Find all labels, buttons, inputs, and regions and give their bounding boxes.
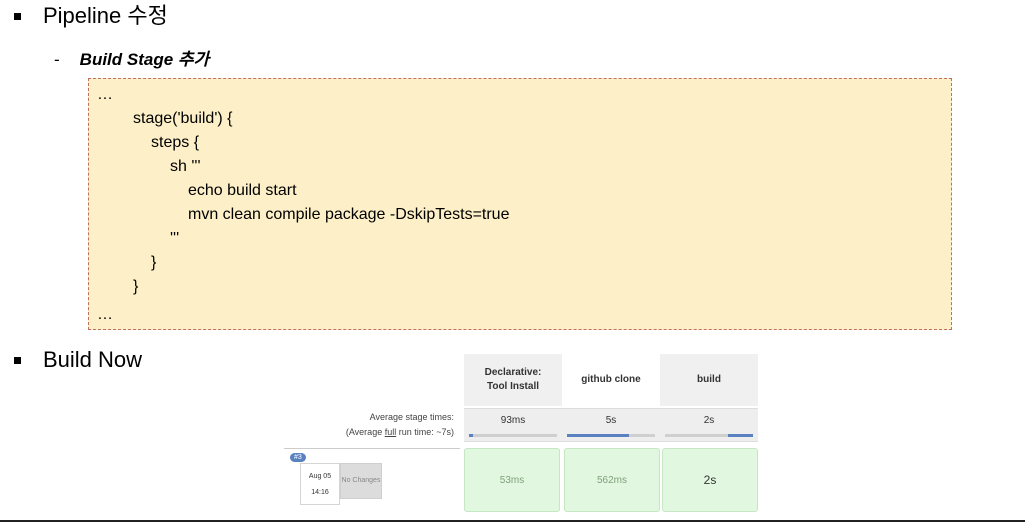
avg-full-suffix: run time: ~7s) (396, 427, 454, 437)
code-line: ''' (170, 230, 180, 247)
code-line: echo build start (188, 182, 297, 199)
code-line: sh ''' (170, 158, 201, 175)
avg-full-prefix: (Average (345, 427, 385, 437)
avg-progress-fill (567, 434, 629, 437)
bullet-text: Build Now (43, 347, 143, 372)
avg-time-cell: 93ms (464, 408, 562, 442)
changes-text: No Changes (341, 477, 381, 484)
avg-full-runtime-line: (Average full run time: ~7s) (284, 425, 454, 440)
stage-result-cell[interactable]: 562ms (564, 448, 660, 512)
bullet-text: Pipeline 수정 (43, 3, 168, 28)
stage-result-cell[interactable]: 53ms (464, 448, 560, 512)
sub-bullet-text: Build Stage 추가 (79, 50, 210, 69)
code-line: mvn clean compile package -DskipTests=tr… (188, 206, 510, 223)
avg-label-line: Average stage times: (369, 412, 454, 422)
code-line: … (97, 86, 113, 103)
code-line: steps { (151, 134, 200, 151)
square-bullet-icon (14, 12, 21, 20)
jenkins-stage-view: Declarative: Tool Install github clone b… (284, 354, 762, 514)
build-date-box: Aug 05 14:16 (300, 463, 340, 505)
bullet-pipeline-edit: Pipeline 수정 (14, 3, 168, 29)
changes-box: No Changes (340, 463, 382, 499)
avg-time-value: 93ms (500, 415, 526, 426)
code-line: … (97, 306, 113, 323)
stage-name: Declarative: (484, 367, 542, 378)
avg-time-value: 2s (703, 415, 715, 426)
full-link[interactable]: full (385, 427, 397, 437)
stage-run-time: 562ms (596, 474, 627, 486)
stage-name: github clone (581, 374, 641, 385)
bottom-divider (0, 520, 1025, 522)
avg-progress-track (567, 434, 655, 437)
stage-result-cell[interactable]: 2s (662, 448, 758, 512)
avg-progress-track (665, 434, 753, 437)
stage-header-build[interactable]: build (660, 354, 758, 406)
avg-time-cell: 2s (660, 408, 758, 442)
avg-progress-fill (469, 434, 474, 437)
stage-name: build (697, 374, 721, 385)
stage-name: Tool Install (486, 381, 540, 392)
build-date: Aug 05 (308, 473, 332, 480)
build-run-card[interactable]: #3 Aug 05 14:16 No Changes (284, 448, 460, 509)
code-line: } (133, 278, 139, 295)
square-bullet-icon (14, 356, 21, 364)
sub-bullet-build-stage: - Build Stage 추가 (54, 48, 209, 72)
bullet-build-now: Build Now (14, 347, 142, 373)
code-line: } (151, 254, 157, 271)
avg-time-cell: 5s (562, 408, 660, 442)
code-line: stage('build') { (133, 110, 233, 127)
dash-bullet: - (54, 50, 60, 69)
build-number-badge[interactable]: #3 (290, 453, 306, 462)
build-time: 14:16 (311, 489, 329, 496)
stage-header-github-clone[interactable]: github clone (562, 354, 660, 406)
stage-run-time: 53ms (499, 474, 525, 486)
code-snippet-box: … stage('build') { steps { sh ''' echo b… (88, 78, 952, 330)
stage-header-tool-install[interactable]: Declarative: Tool Install (464, 354, 562, 406)
stage-run-time: 2s (703, 473, 717, 487)
avg-time-value: 5s (605, 415, 617, 426)
avg-progress-fill (728, 434, 753, 437)
average-stage-times-label: Average stage times: (Average full run t… (284, 410, 454, 440)
avg-progress-track (469, 434, 557, 437)
